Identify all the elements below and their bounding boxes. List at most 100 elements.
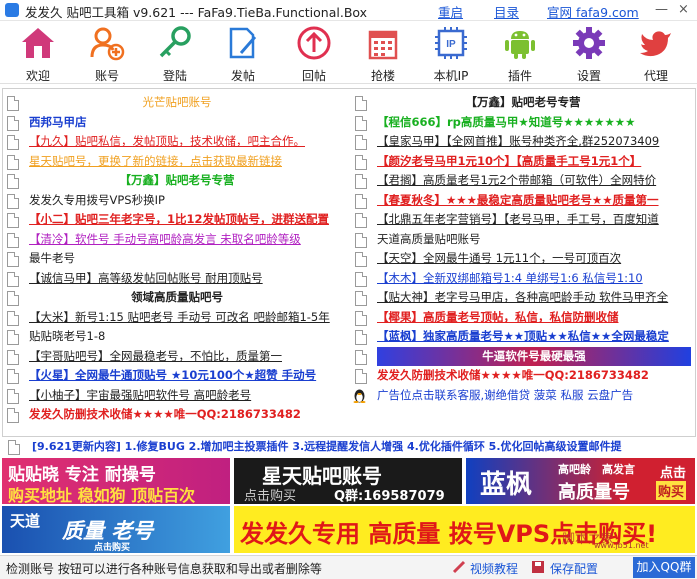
- close-button[interactable]: ×: [678, 2, 689, 17]
- svg-text:IP: IP: [446, 39, 456, 50]
- ad-link-row[interactable]: 【北鼎五年老字营销号】【老号马甲，手工号，百度知道: [355, 210, 691, 230]
- ad-link-text[interactable]: 贴贴晓老号1-8: [29, 327, 105, 347]
- ad-link-row[interactable]: 星天贴吧号，更换了新的链接，点击获取最新链接: [7, 152, 347, 172]
- ad-link-row[interactable]: 【皇家马甲】【全网首推】账号种类齐全,群252073409: [355, 132, 691, 152]
- tool-local-ip[interactable]: IP 本机IP: [420, 21, 482, 83]
- ad-link-text[interactable]: 【诚信马甲】高等级发帖回帖账号 耐用顶贴号: [29, 269, 263, 289]
- ad-link-row[interactable]: 【大米】新号1:15 贴吧老号 手动号 可改名 吧龄邮箱1-5年: [7, 308, 347, 328]
- ad-link-row[interactable]: 【春夏秋冬】★★★最稳定高质量贴吧老号★★质量第一: [355, 191, 691, 211]
- ad-link-text[interactable]: 【宇哥贴吧号】全网最稳老号，不怕比，质量第一: [29, 347, 282, 367]
- ad-link-text[interactable]: 星天贴吧号，更换了新的链接，点击获取最新链接: [29, 152, 282, 172]
- ad-link-row[interactable]: 【蓝枫】独家高质量老号★★顶贴★★私信★★全网最稳定: [355, 327, 691, 347]
- ad-link-row[interactable]: 发发久防删技术收储★★★★唯一QQ:2186733482: [355, 366, 691, 386]
- video-tutorial-link[interactable]: 视频教程: [470, 560, 518, 577]
- save-config-link[interactable]: 保存配置: [550, 560, 598, 577]
- banner-text: 点击购买: [244, 489, 297, 504]
- ad-link-text[interactable]: 【万鑫】贴吧老号专营: [7, 171, 347, 191]
- ad-link-text[interactable]: 【程信666】rp高质量马甲★知道号★★★★★★★: [377, 113, 635, 133]
- join-qq-group-button[interactable]: 加入QQ群: [633, 557, 695, 578]
- ad-link-text[interactable]: 【万鑫】贴吧老号专营: [355, 93, 691, 113]
- ad-link-row[interactable]: 【九久】贴吧私信，发帖顶贴，技术收储，吧主合作。: [7, 132, 347, 152]
- ad-link-row[interactable]: 领域高质量贴吧号: [7, 288, 347, 308]
- ad-link-text[interactable]: 【皇家马甲】【全网首推】账号种类齐全,群252073409: [377, 132, 659, 152]
- ad-link-row[interactable]: 发发久专用拨号VPS秒换IP: [7, 191, 347, 211]
- ad-link-text[interactable]: 发发久专用拨号VPS秒换IP: [29, 191, 165, 211]
- ad-link-text[interactable]: 【君搁】高质量老号1元2个带邮箱（可软件）全网特价: [377, 171, 656, 191]
- ad-link-text[interactable]: 广告位点击联系客服,谢绝借贷 菠菜 私服 云盘广告: [377, 386, 633, 406]
- ad-link-row[interactable]: 【天空】全网最牛通号 1元11个，一号可顶百次: [355, 249, 691, 269]
- ad-link-row[interactable]: 西邦马甲店: [7, 113, 347, 133]
- ad-link-text[interactable]: 发发久防删技术收储★★★★唯一QQ:2186733482: [29, 405, 301, 425]
- ad-link-text[interactable]: 最牛老号: [29, 249, 75, 269]
- ad-link-row[interactable]: 【万鑫】贴吧老号专营: [7, 171, 347, 191]
- tool-plugins[interactable]: 插件: [489, 21, 551, 83]
- ad-link-text[interactable]: 【小二】贴吧三年老字号，1比12发帖顶帖号，进群送配置: [29, 210, 329, 230]
- tool-login[interactable]: 登陆: [144, 21, 206, 83]
- ad-link-text[interactable]: 【北鼎五年老字营销号】【老号马甲，手工号，百度知道: [377, 210, 659, 230]
- ad-link-text[interactable]: 【椰果】高质量老号顶帖，私信，私信防删收储: [377, 308, 619, 328]
- ad-link-row[interactable]: 【诚信马甲】高等级发帖回帖账号 耐用顶贴号: [7, 269, 347, 289]
- tool-welcome[interactable]: 欢迎: [7, 21, 69, 83]
- ad-link-text[interactable]: 【春夏秋冬】★★★最稳定高质量贴吧老号★★质量第一: [377, 191, 659, 211]
- ad-link-text[interactable]: 西邦马甲店: [29, 113, 87, 133]
- ad-link-text[interactable]: 【大米】新号1:15 贴吧老号 手动号 可改名 吧龄邮箱1-5年: [29, 308, 330, 328]
- ad-link-row[interactable]: 最牛老号: [7, 249, 347, 269]
- minimize-button[interactable]: —: [655, 2, 668, 17]
- ad-link-text[interactable]: 【小柚子】宇宙最强贴吧软件号 高吧龄老号: [29, 386, 251, 406]
- ad-link-text[interactable]: 【九久】贴吧私信，发帖顶贴，技术收储，吧主合作。: [29, 132, 305, 152]
- ad-link-row[interactable]: 牛逼软件号最硬最强: [355, 346, 691, 366]
- directory-link[interactable]: 目录: [494, 2, 519, 21]
- banner-tiandao[interactable]: 天道 质量 老号 点击购买: [2, 506, 230, 553]
- tool-proxy[interactable]: 代理: [625, 21, 687, 83]
- ad-link-row[interactable]: 【万鑫】贴吧老号专营: [355, 93, 691, 113]
- ad-link-text[interactable]: 【贴大神】老字号马甲店，各种高吧龄手动 软件马甲齐全: [377, 288, 668, 308]
- doc-icon: [355, 349, 367, 365]
- ad-link-row[interactable]: 【宇哥贴吧号】全网最稳老号，不怕比，质量第一: [7, 347, 347, 367]
- ad-link-row[interactable]: 【小柚子】宇宙最强贴吧软件号 高吧龄老号: [7, 386, 347, 406]
- ad-link-text[interactable]: 天道高质量贴吧账号: [377, 230, 481, 250]
- ad-link-row[interactable]: 【木木】全新双绑邮箱号1:4 单绑号1:6 私信号1:10: [355, 269, 691, 289]
- ad-link-text[interactable]: 【火星】全网最牛通顶贴号 ★10元100个★超赞 手动号: [29, 366, 316, 386]
- ad-link-text[interactable]: 领域高质量贴吧号: [7, 288, 347, 308]
- tool-settings[interactable]: 设置: [558, 21, 620, 83]
- ad-link-row[interactable]: 光芒贴吧账号: [7, 93, 347, 113]
- ad-link-row[interactable]: 【火星】全网最牛通顶贴号 ★10元100个★超赞 手动号: [7, 366, 347, 386]
- official-site-link[interactable]: 官网 fafa9.com: [547, 2, 639, 21]
- banner-vps[interactable]: 发发久专用 高质量 拨号VPS点击购买! 脚本之家 www.jb51.net: [234, 506, 695, 553]
- tool-reply[interactable]: 回帖: [283, 21, 345, 83]
- ad-link-text[interactable]: 【颜汐老号马甲1元10个】【高质量手工号1元1个】: [377, 152, 641, 172]
- ad-link-row[interactable]: 贴贴晓老号1-8: [7, 327, 347, 347]
- doc-icon: [7, 349, 19, 365]
- ad-link-text[interactable]: 【天空】全网最牛通号 1元11个，一号可顶百次: [377, 249, 621, 269]
- ad-link-row[interactable]: 【颜汐老号马甲1元10个】【高质量手工号1元1个】: [355, 152, 691, 172]
- key-icon: [159, 26, 191, 58]
- ad-link-row[interactable]: 【君搁】高质量老号1元2个带邮箱（可软件）全网特价: [355, 171, 691, 191]
- ad-link-text[interactable]: 发发久防删技术收储★★★★唯一QQ:2186733482: [377, 366, 649, 386]
- ad-link-row[interactable]: 【小二】贴吧三年老字号，1比12发帖顶帖号，进群送配置: [7, 210, 347, 230]
- tool-label: 本机IP: [433, 69, 469, 83]
- ad-link-text[interactable]: 【清冷】软件号 手动号高吧龄高发言 未取名吧龄等级: [29, 230, 301, 250]
- ip-icon: IP: [435, 27, 467, 59]
- tool-grab-floor[interactable]: 抢楼: [352, 21, 414, 83]
- ad-link-text[interactable]: 光芒贴吧账号: [7, 93, 347, 113]
- ad-link-row[interactable]: 天道高质量贴吧账号: [355, 230, 691, 250]
- ad-link-row[interactable]: 【清冷】软件号 手动号高吧龄高发言 未取名吧龄等级: [7, 230, 347, 250]
- ad-link-row[interactable]: 【程信666】rp高质量马甲★知道号★★★★★★★: [355, 113, 691, 133]
- update-news-text[interactable]: [9.621更新内容] 1.修复BUG 2.增加吧主投票插件 3.远程提醒发信人…: [32, 437, 622, 457]
- ad-link-row[interactable]: 广告位点击联系客服,谢绝借贷 菠菜 私服 云盘广告: [353, 386, 691, 406]
- tool-post[interactable]: 发帖: [212, 21, 274, 83]
- banner-lanfeng[interactable]: 蓝枫 高吧龄 高发言 高质量号 点击 购买: [466, 458, 695, 504]
- doc-icon: [7, 330, 19, 345]
- ad-link-row[interactable]: 【椰果】高质量老号顶帖，私信，私信防删收储: [355, 308, 691, 328]
- doc-icon: [7, 310, 19, 326]
- ad-link-text[interactable]: 【木木】全新双绑邮箱号1:4 单绑号1:6 私信号1:10: [377, 269, 643, 289]
- banner-tietiexiao[interactable]: 贴贴晓 专注 耐操号 购买地址 稳如狗 顶贴百次: [2, 458, 230, 504]
- ad-link-text[interactable]: 牛逼软件号最硬最强: [377, 346, 691, 366]
- restart-link[interactable]: 重启: [438, 2, 463, 21]
- tool-account[interactable]: 账号: [76, 21, 138, 83]
- ad-link-row[interactable]: 发发久防删技术收储★★★★唯一QQ:2186733482: [7, 405, 347, 425]
- ad-link-row[interactable]: 【贴大神】老字号马甲店，各种高吧龄手动 软件马甲齐全: [355, 288, 691, 308]
- ad-link-text[interactable]: 【蓝枫】独家高质量老号★★顶贴★★私信★★全网最稳定: [377, 327, 669, 347]
- banner-xingtian[interactable]: 星天贴吧账号 点击购买 Q群:169587079: [234, 458, 462, 504]
- doc-icon: [355, 232, 367, 248]
